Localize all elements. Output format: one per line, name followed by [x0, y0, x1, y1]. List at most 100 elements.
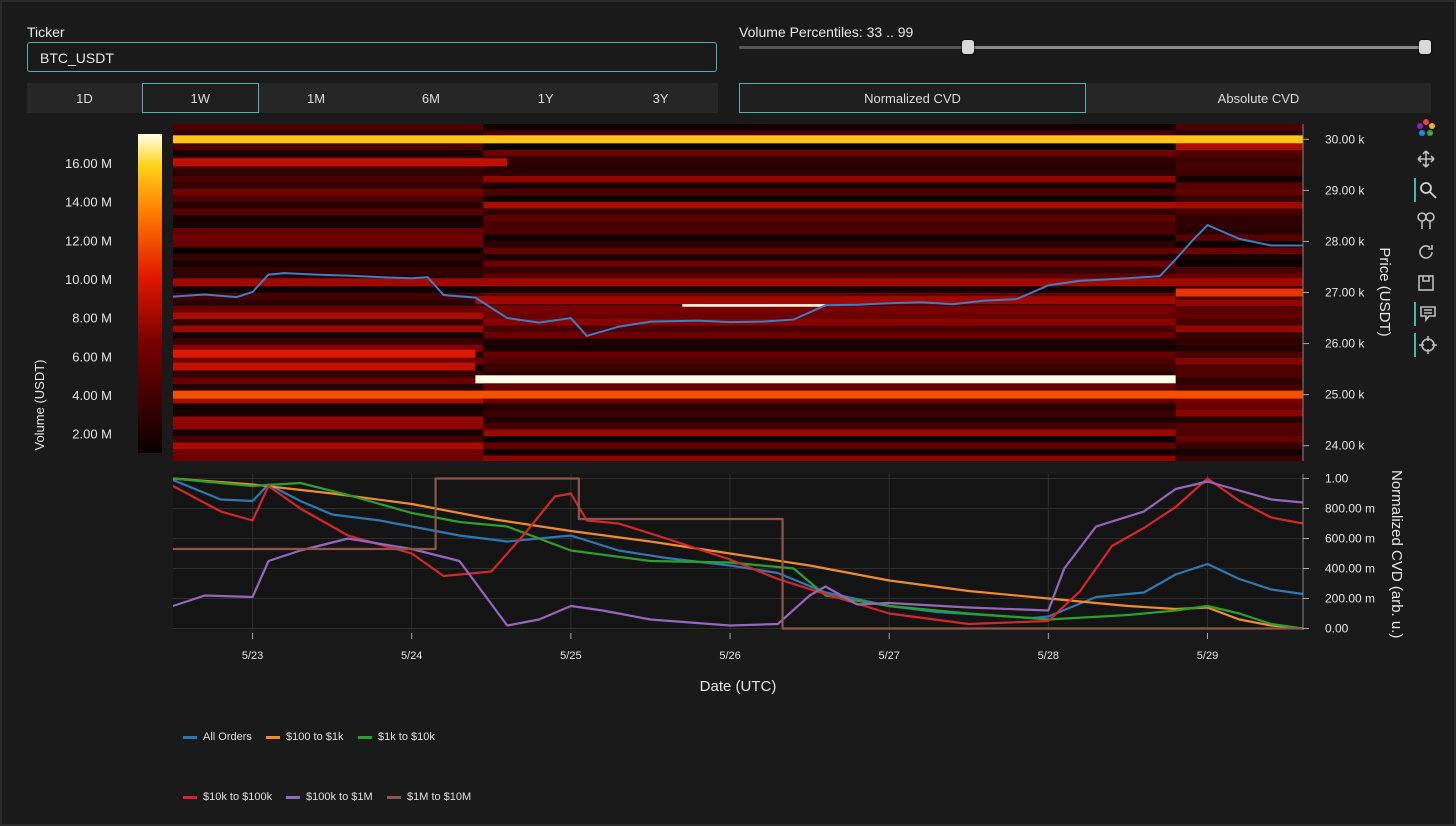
heatmap-cell[interactable] [1175, 124, 1304, 131]
heatmap-cell[interactable] [1175, 306, 1304, 313]
legend-item[interactable]: $10k to $100k [183, 791, 272, 803]
heatmap-cell[interactable] [483, 247, 1177, 255]
heatmap-cell[interactable] [1175, 169, 1304, 177]
heatmap-cell[interactable] [483, 384, 1177, 391]
heatmap-cell[interactable] [1175, 332, 1304, 339]
heatmap-cell[interactable] [173, 215, 484, 222]
heatmap-cell[interactable] [173, 423, 484, 430]
chart-area[interactable]: 2.00 M 4.00 M 6.00 M 8.00 M 10.00 M 12.00 M 14… [0, 0, 1456, 826]
heatmap-cell[interactable] [483, 124, 1177, 131]
heatmap-cell[interactable] [1175, 410, 1304, 417]
legend-item[interactable]: $1k to $10k [358, 731, 435, 743]
heatmap-cell[interactable] [483, 208, 1177, 216]
heatmap-cell[interactable] [173, 234, 484, 242]
heatmap-cell[interactable] [173, 319, 484, 326]
heatmap-cell[interactable] [483, 267, 1177, 274]
heatmap-cell[interactable] [483, 189, 1177, 196]
heatmap-cell[interactable] [483, 436, 1177, 443]
legend-item[interactable]: $100 to $1k [266, 731, 344, 743]
heatmap-cell[interactable] [1175, 449, 1304, 456]
heatmap-cell[interactable] [173, 312, 484, 320]
heatmap-cell[interactable] [1175, 299, 1304, 307]
heatmap-cell[interactable] [173, 176, 484, 183]
heatmap-cell[interactable] [1175, 416, 1304, 424]
heatmap-cell[interactable] [483, 260, 1177, 268]
heatmap-cell[interactable] [1175, 325, 1304, 333]
heatmap-cell[interactable] [483, 150, 1177, 157]
heatmap-cell[interactable] [1175, 163, 1304, 170]
heatmap-cell[interactable] [1175, 338, 1304, 346]
heatmap-level[interactable] [173, 362, 476, 371]
heatmap-level[interactable] [475, 375, 1176, 384]
heatmap-cell[interactable] [483, 416, 1177, 424]
heatmap-cell[interactable] [173, 384, 484, 391]
heatmap-cell[interactable] [483, 351, 1177, 359]
hover-compare-icon[interactable] [1414, 302, 1440, 326]
heatmap-cell[interactable] [173, 455, 484, 463]
heatmap-cell[interactable] [483, 325, 1177, 333]
heatmap-cell[interactable] [483, 423, 1177, 430]
heatmap-cell[interactable] [173, 429, 484, 437]
heatmap-cell[interactable] [483, 228, 1177, 235]
zoom-icon[interactable] [1414, 178, 1440, 202]
heatmap-cell[interactable] [173, 169, 484, 177]
heatmap-cell[interactable] [1175, 260, 1304, 268]
heatmap-cell[interactable] [173, 377, 484, 385]
heatmap-cell[interactable] [173, 299, 484, 307]
heatmap-cell[interactable] [173, 208, 484, 216]
heatmap-cell[interactable] [173, 449, 484, 456]
heatmap-cell[interactable] [1175, 364, 1304, 372]
download-icon[interactable] [1414, 271, 1438, 295]
heatmap-cell[interactable] [173, 332, 484, 339]
heatmap-cell[interactable] [1175, 143, 1304, 151]
heatmap-cell[interactable] [1175, 156, 1304, 164]
pan-icon[interactable] [1414, 147, 1438, 171]
heatmap-cell[interactable] [1175, 221, 1304, 229]
heatmap-cell[interactable] [483, 306, 1177, 313]
heatmap-cell[interactable] [173, 338, 484, 346]
heatmap-cell[interactable] [483, 169, 1177, 177]
heatmap-level[interactable] [173, 158, 508, 167]
heatmap-cell[interactable] [483, 358, 1177, 365]
heatmap-cell[interactable] [173, 247, 484, 255]
plotly-logo-icon[interactable] [1414, 116, 1438, 140]
heatmap-cell[interactable] [1175, 208, 1304, 216]
legend-item[interactable]: $1M to $10M [387, 791, 471, 803]
heatmap-cell[interactable] [1175, 215, 1304, 222]
heatmap-cell[interactable] [1175, 377, 1304, 385]
heatmap-cell[interactable] [483, 449, 1177, 456]
heatmap-cell[interactable] [173, 241, 484, 248]
spike-lines-icon[interactable] [1414, 333, 1440, 357]
heatmap-cell[interactable] [1175, 150, 1304, 157]
heatmap-cell[interactable] [173, 124, 484, 131]
heatmap-cell[interactable] [483, 429, 1177, 437]
heatmap-cell[interactable] [1175, 254, 1304, 261]
heatmap-cell[interactable] [173, 143, 484, 151]
heatmap-cell[interactable] [1175, 358, 1304, 365]
heatmap-cell[interactable] [173, 221, 484, 229]
heatmap-cell[interactable] [483, 215, 1177, 222]
heatmap-cell[interactable] [1175, 241, 1304, 248]
heatmap-cell[interactable] [483, 182, 1177, 190]
heatmap-cell[interactable] [173, 410, 484, 417]
heatmap-cell[interactable] [483, 234, 1177, 242]
heatmap-cell[interactable] [173, 416, 484, 424]
legend-item[interactable]: All Orders [183, 731, 252, 743]
heatmap-cell[interactable] [173, 306, 484, 313]
heatmap-cell[interactable] [173, 436, 484, 443]
heatmap-cell[interactable] [483, 163, 1177, 170]
legend-item[interactable]: $100k to $1M [286, 791, 373, 803]
heatmap-cell[interactable] [173, 325, 484, 333]
heatmap-cell[interactable] [1175, 429, 1304, 437]
heatmap-cell[interactable] [1175, 455, 1304, 463]
heatmap-cell[interactable] [1175, 182, 1304, 190]
heatmap-level[interactable] [475, 296, 1176, 305]
heatmap-cell[interactable] [483, 202, 1177, 209]
heatmap-level[interactable] [173, 135, 1303, 144]
heatmap-cell[interactable] [1175, 189, 1304, 196]
heatmap-cell[interactable] [1175, 228, 1304, 235]
heatmap-level[interactable] [1175, 288, 1303, 297]
heatmap-cell[interactable] [173, 189, 484, 196]
heatmap-cell[interactable] [1175, 176, 1304, 183]
heatmap-cell[interactable] [173, 182, 484, 190]
